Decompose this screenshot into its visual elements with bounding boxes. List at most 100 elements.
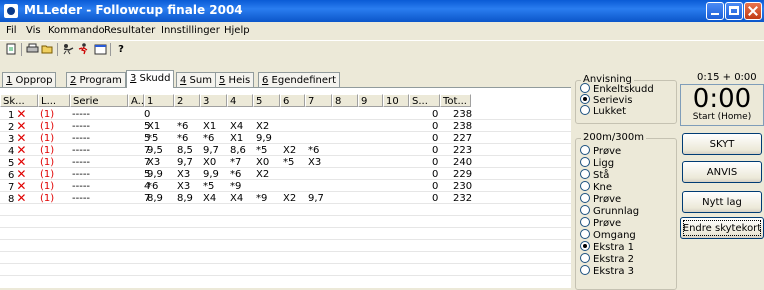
radio-button-icon[interactable] <box>580 169 590 179</box>
column-header[interactable]: 8 <box>332 94 358 107</box>
anvis-button[interactable]: ANVIS <box>682 161 762 183</box>
menu-fil[interactable]: Fil <box>6 25 17 36</box>
grid-line <box>0 251 571 252</box>
column-header[interactable]: 2 <box>174 94 200 107</box>
column-header[interactable]: Sk... <box>0 94 38 107</box>
menu-innstillinger[interactable]: Innstillinger <box>161 25 220 36</box>
timer-display-box[interactable]: 0:00 Start (Home) <box>680 84 764 126</box>
radio-label: Ekstra 3 <box>593 266 635 277</box>
column-header[interactable]: Tot... <box>440 94 471 107</box>
tab-program[interactable]: 2 Program <box>66 72 126 87</box>
radio-button-icon[interactable] <box>580 229 590 239</box>
column-header[interactable]: L... <box>38 94 70 107</box>
radio-label: Prøve <box>593 194 622 205</box>
radio-button-icon[interactable] <box>580 241 590 251</box>
column-header[interactable]: 3 <box>200 94 227 107</box>
grid-line <box>0 227 571 228</box>
radio-program-option[interactable]: Prøve <box>580 193 622 205</box>
radio-button-icon[interactable] <box>580 265 590 275</box>
radio-anvisning-option[interactable]: Lukket <box>580 105 626 117</box>
radio-anvisning-option[interactable]: Serievis <box>580 94 633 106</box>
radio-program-option[interactable]: Grunnlag <box>580 205 640 217</box>
menu-resultater[interactable]: Resultater <box>104 25 155 36</box>
endre-skytekort-button[interactable]: Endre skytekort <box>680 217 764 239</box>
radio-program-option[interactable]: Stå <box>580 169 609 181</box>
grid-line <box>0 191 571 192</box>
radio-button-icon[interactable] <box>580 253 590 263</box>
radio-button-icon[interactable] <box>580 94 590 104</box>
radio-program-option[interactable]: Prøve <box>580 217 622 229</box>
nytt-lag-button[interactable]: Nytt lag <box>682 191 762 213</box>
menu-hjelp[interactable]: Hjelp <box>224 25 250 36</box>
grid-line <box>0 155 571 156</box>
radio-program-option[interactable]: Ekstra 1 <box>580 241 635 253</box>
column-header[interactable]: 10 <box>383 94 409 107</box>
tab-egendefinert[interactable]: 6 Egendefinert <box>258 72 341 87</box>
column-header[interactable]: S... <box>409 94 440 107</box>
window-title: MLLeder - Followcup finale 2004 <box>24 3 243 17</box>
app-icon[interactable] <box>4 4 18 18</box>
column-header[interactable]: 9 <box>358 94 383 107</box>
column-header[interactable]: 6 <box>280 94 305 107</box>
radio-program-option[interactable]: Ekstra 2 <box>580 253 634 265</box>
column-header[interactable]: 4 <box>227 94 253 107</box>
radio-program-option[interactable]: Ekstra 3 <box>580 265 635 277</box>
radio-label: Serievis <box>593 95 633 106</box>
radio-anvisning-option[interactable]: Enkeltskudd <box>580 83 654 95</box>
print-icon[interactable] <box>25 43 39 56</box>
shooter-icon[interactable] <box>61 43 75 56</box>
column-header[interactable]: A... <box>128 94 144 107</box>
grid-line <box>0 131 571 132</box>
menu-vis[interactable]: Vis <box>26 25 41 36</box>
grid-line <box>0 119 571 120</box>
maximize-button[interactable] <box>725 2 743 20</box>
column-header[interactable]: 5 <box>253 94 280 107</box>
radio-button-icon[interactable] <box>580 157 590 167</box>
radio-button-icon[interactable] <box>580 145 590 155</box>
grid-line <box>0 167 571 168</box>
radio-program-option[interactable]: Kne <box>580 181 613 193</box>
radio-label: Prøve <box>593 146 622 157</box>
radio-program-option[interactable]: Ligg <box>580 157 614 169</box>
control-panel: Anvisning Enkeltskudd Serievis Lukket 200m… <box>572 70 764 290</box>
menu-kommando[interactable]: Kommando <box>48 25 105 36</box>
open-icon[interactable] <box>40 43 54 56</box>
radio-button-icon[interactable] <box>580 181 590 191</box>
new-icon[interactable] <box>4 43 18 56</box>
tab-sum[interactable]: 4 Sum <box>176 72 216 87</box>
radio-label: Kne <box>593 182 613 193</box>
radio-button-icon[interactable] <box>580 83 590 93</box>
radio-button-icon[interactable] <box>580 105 590 115</box>
skyt-button[interactable]: SKYT <box>682 133 762 155</box>
grid-line <box>0 143 571 144</box>
minimize-button[interactable] <box>706 2 724 20</box>
toolbar-separator <box>57 43 58 56</box>
radio-program-option[interactable]: Omgang <box>580 229 636 241</box>
run-icon[interactable] <box>76 43 90 56</box>
radio-button-icon[interactable] <box>580 193 590 203</box>
window-icon[interactable] <box>93 43 107 56</box>
column-header[interactable]: 7 <box>305 94 332 107</box>
grid-line <box>0 239 571 240</box>
timer-display: 0:00 <box>692 84 752 114</box>
tab-heis[interactable]: 5 Heis <box>215 72 255 87</box>
tab-skudd[interactable]: 3 Skudd <box>126 70 175 88</box>
radio-program-option[interactable]: Prøve <box>580 145 622 157</box>
toolbar: ? <box>0 40 764 59</box>
radio-button-icon[interactable] <box>580 217 590 227</box>
radio-label: Prøve <box>593 218 622 229</box>
tab-opprop[interactable]: 1 Opprop <box>2 72 57 87</box>
radio-label: Grunnlag <box>593 206 640 217</box>
column-header[interactable]: 1 <box>144 94 174 107</box>
help-icon[interactable]: ? <box>114 43 128 56</box>
shots-table[interactable]: Sk...L...SerieA...12345678910S...Tot...1… <box>0 87 571 288</box>
tab-label: Opprop <box>12 75 53 86</box>
grid-line <box>0 275 571 276</box>
radio-label: Ekstra 1 <box>593 242 635 253</box>
column-header[interactable]: Serie <box>70 94 128 107</box>
radio-button-icon[interactable] <box>580 205 590 215</box>
grid-line <box>0 203 571 204</box>
timer-range: 0:15 + 0:00 <box>697 72 757 83</box>
close-button[interactable] <box>744 2 762 20</box>
grid-line <box>0 215 571 216</box>
